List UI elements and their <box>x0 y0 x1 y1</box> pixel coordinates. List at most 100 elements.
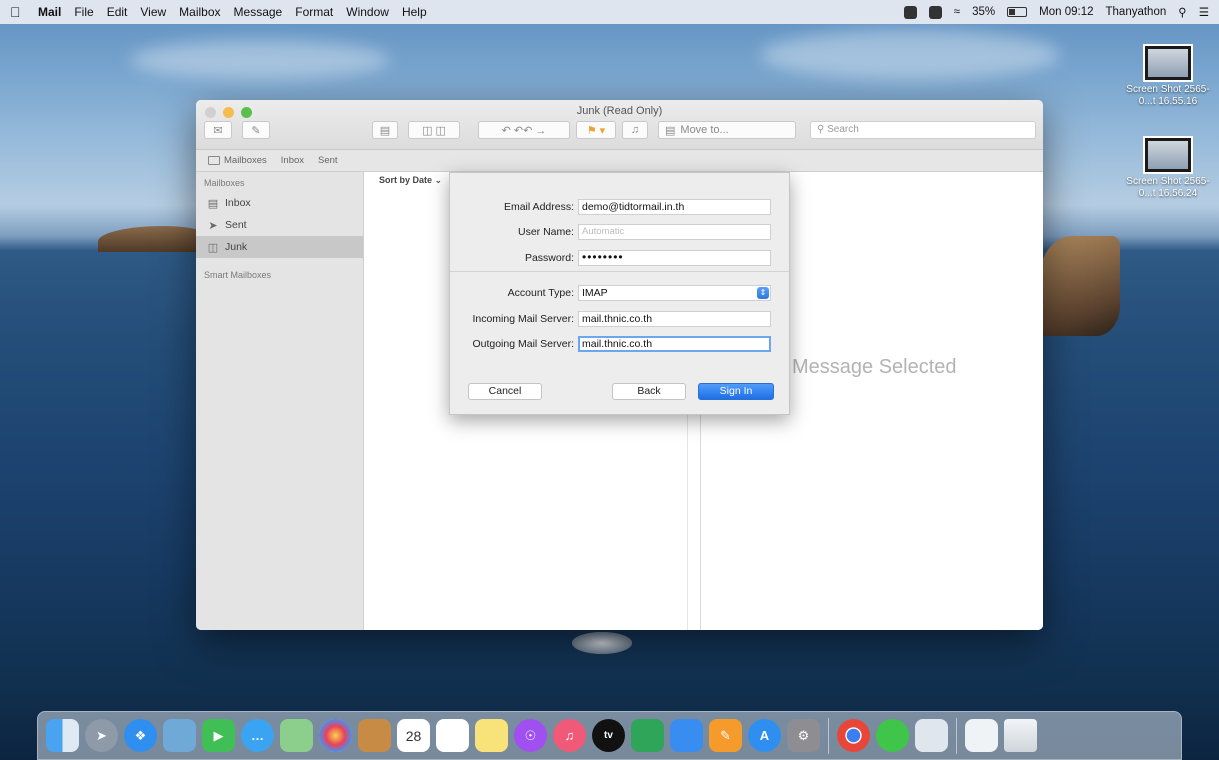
password-label: Password: <box>524 252 574 264</box>
no-message-selected-text: Message Selected <box>792 356 957 378</box>
move-to-button[interactable]: ▤ Move to... <box>658 121 796 139</box>
back-button[interactable]: Back <box>612 383 686 400</box>
safari-icon[interactable]: ❖ <box>124 719 157 752</box>
line-icon[interactable] <box>876 719 909 752</box>
sheet-divider <box>450 271 789 272</box>
dock-separator <box>828 717 829 754</box>
search-icon: ⚲ <box>817 124 825 135</box>
menu-window[interactable]: Window <box>346 5 389 19</box>
compose-button[interactable]: ✎ <box>242 121 270 139</box>
account-type-value: IMAP <box>582 287 608 299</box>
mute-button[interactable]: ♫ <box>622 121 648 139</box>
menu-format[interactable]: Format <box>295 5 333 19</box>
get-mail-button[interactable]: ✉ <box>204 121 232 139</box>
account-type-label: Account Type: <box>507 287 574 299</box>
screenshot-thumbnail-icon <box>1145 46 1191 80</box>
keynote-icon[interactable] <box>670 719 703 752</box>
menu-app-name[interactable]: Mail <box>38 5 61 19</box>
messages-icon[interactable]: … <box>241 719 274 752</box>
menu-file[interactable]: File <box>74 5 93 19</box>
wifi-icon[interactable]: ≈ <box>954 6 960 18</box>
move-folder-icon: ▤ <box>665 124 676 137</box>
chrome-icon[interactable] <box>837 719 870 752</box>
flag-button[interactable]: ⚑ ▾ <box>576 121 616 139</box>
favorites-inbox-button[interactable]: Inbox <box>281 155 304 166</box>
documents-stack-icon[interactable] <box>965 719 998 752</box>
notification-center-icon[interactable]: ☰ <box>1199 5 1209 19</box>
sidebar-section-mailboxes: Mailboxes <box>204 178 245 188</box>
launchpad-icon[interactable]: ➤ <box>85 719 118 752</box>
username-label: User Name: <box>517 226 574 238</box>
sidebar-toggle-icon <box>208 156 220 165</box>
facetime-icon[interactable]: ▶ <box>202 719 235 752</box>
desktop-file-label: Screen Shot 2565-0...t 16.56.24 <box>1126 176 1210 199</box>
shield-status-icon[interactable] <box>903 5 917 19</box>
search-placeholder: Search <box>827 124 859 135</box>
podcasts-icon[interactable]: ☉ <box>514 719 547 752</box>
sidebar-item-label: Junk <box>225 241 248 253</box>
sidebar-item-sent[interactable]: ➤ Sent <box>196 214 363 236</box>
notes-icon[interactable] <box>475 719 508 752</box>
user-name[interactable]: Thanyathon <box>1106 6 1167 18</box>
reply-forward-button-group[interactable]: ↶ ↶↶ → <box>478 121 570 139</box>
archive-button[interactable]: ▤ <box>372 121 398 139</box>
sidebar-item-junk[interactable]: ◫ Junk <box>196 236 363 258</box>
contacts-icon[interactable] <box>358 719 391 752</box>
downloads-stack-icon[interactable] <box>915 719 948 752</box>
username-field[interactable]: Automatic <box>578 224 771 240</box>
clock[interactable]: Mon 09:12 <box>1039 6 1093 18</box>
tv-icon[interactable]: tv <box>592 719 625 752</box>
outgoing-server-field[interactable]: mail.thnic.co.th <box>578 336 771 352</box>
sidebar-section-smart-mailboxes[interactable]: Smart Mailboxes <box>196 268 363 284</box>
window-title: Junk (Read Only) <box>576 105 663 117</box>
finder-icon[interactable] <box>46 719 79 752</box>
reminders-icon[interactable] <box>436 719 469 752</box>
spotlight-search-icon[interactable]: ⚲ <box>1178 5 1186 19</box>
wallpaper-cloud <box>760 30 1060 80</box>
photos-icon[interactable] <box>319 719 352 752</box>
favorites-sent-button[interactable]: Sent <box>318 155 338 166</box>
menu-help[interactable]: Help <box>402 5 427 19</box>
numbers-icon[interactable] <box>631 719 664 752</box>
menu-message[interactable]: Message <box>234 5 283 19</box>
maps-icon[interactable] <box>280 719 313 752</box>
delete-junk-button-group[interactable]: ◫ ◫ <box>408 121 460 139</box>
app-status-icon[interactable] <box>928 5 942 19</box>
sidebar-item-inbox[interactable]: ▤ Inbox <box>196 192 363 214</box>
move-to-label: Move to... <box>680 124 729 136</box>
apple-menu-icon[interactable]:  <box>10 4 24 20</box>
system-preferences-icon[interactable]: ⚙ <box>787 719 820 752</box>
password-field[interactable]: •••••••• <box>578 250 771 266</box>
battery-percent: 35% <box>972 6 996 18</box>
app-store-icon[interactable]: A <box>748 719 781 752</box>
search-input[interactable]: ⚲ Search <box>810 121 1036 139</box>
favorites-mailboxes-label: Mailboxes <box>224 155 267 166</box>
sidebar-item-label: Sent <box>225 219 247 231</box>
calendar-icon[interactable]: 28 <box>397 719 430 752</box>
compose-icon: ✎ <box>251 124 261 137</box>
menu-view[interactable]: View <box>140 5 166 19</box>
cancel-button[interactable]: Cancel <box>468 383 542 400</box>
account-setup-sheet: Email Address: demo@tidtormail.in.th Use… <box>449 172 790 415</box>
email-label: Email Address: <box>503 201 574 213</box>
wallpaper-island <box>1040 236 1120 336</box>
preview-icon[interactable] <box>163 719 196 752</box>
email-field[interactable]: demo@tidtormail.in.th <box>578 199 771 215</box>
desktop-file-screenshot-1[interactable]: Screen Shot 2565-0...t 16.55.16 <box>1118 46 1218 108</box>
incoming-server-field[interactable]: mail.thnic.co.th <box>578 311 771 327</box>
wallpaper-island <box>572 632 632 654</box>
incoming-server-row: Incoming Mail Server: mail.thnic.co.th <box>450 310 789 328</box>
menu-mailbox[interactable]: Mailbox <box>179 5 220 19</box>
battery-icon[interactable] <box>1007 7 1028 17</box>
favorites-mailboxes-button[interactable]: Mailboxes <box>208 155 267 166</box>
account-type-row: Account Type: IMAP ⇕ <box>450 284 789 302</box>
menu-edit[interactable]: Edit <box>107 5 128 19</box>
account-type-select[interactable]: IMAP ⇕ <box>578 285 771 301</box>
wallpaper-island <box>98 226 208 252</box>
trash-icon[interactable] <box>1004 719 1037 752</box>
pages-icon[interactable]: ✎ <box>709 719 742 752</box>
sign-in-button[interactable]: Sign In <box>698 383 774 400</box>
window-titlebar: Junk (Read Only) ✉ ✎ ▤ ◫ ◫ ↶ ↶↶ → ⚑ ▾ ♫ … <box>196 100 1043 150</box>
music-icon[interactable]: ♫ <box>553 719 586 752</box>
desktop-file-screenshot-2[interactable]: Screen Shot 2565-0...t 16.56.24 <box>1118 138 1218 200</box>
